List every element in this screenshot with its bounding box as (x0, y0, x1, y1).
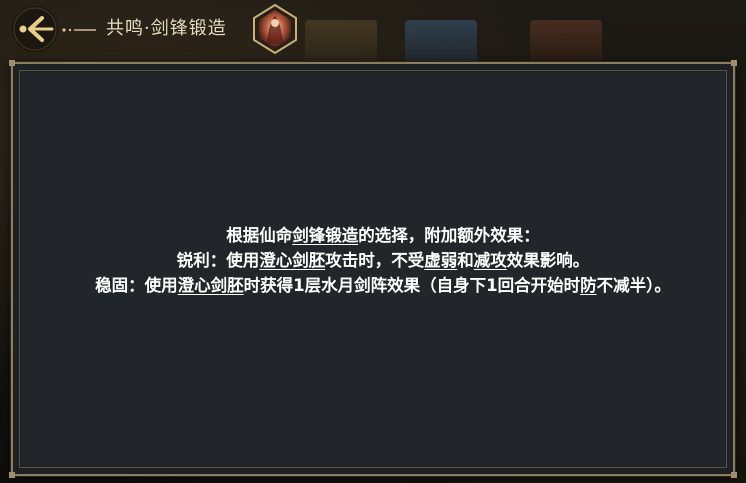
text-segment: 和 (457, 251, 474, 270)
keyword-sword-embryo[interactable]: 澄心剑胚 (259, 251, 325, 270)
effect-description: 根据仙命剑锋锻造的选择，附加额外效果： 锐利：使用澄心剑胚攻击时，不受虚弱和减攻… (71, 223, 695, 298)
keyword-attack-reduction[interactable]: 减攻 (474, 251, 507, 270)
back-arrow-icon (13, 7, 57, 51)
keyword-weakness[interactable]: 虚弱 (424, 251, 457, 270)
frame-corner (9, 60, 15, 66)
frame-corner (731, 472, 737, 478)
keyword-defense[interactable]: 防 (580, 276, 597, 295)
frame-corner (9, 472, 15, 478)
dialog-panel: 根据仙命剑锋锻造的选择，附加额外效果： 锐利：使用澄心剑胚攻击时，不受虚弱和减攻… (21, 72, 725, 466)
header-bar: 共鸣·剑锋锻造 (0, 0, 746, 58)
description-line-sharp: 锐利：使用澄心剑胚攻击时，不受虚弱和减攻效果影响。 (71, 248, 695, 273)
text-segment: 时获得1层水月剑阵效果（自身下1回合开始时 (243, 276, 581, 295)
text-segment: 根据仙命 (226, 226, 293, 245)
text-segment: 攻击时，不受 (325, 251, 425, 270)
text-segment: 不减半）。 (596, 276, 671, 295)
description-line-intro: 根据仙命剑锋锻造的选择，附加额外效果： (71, 223, 695, 248)
keyword-sword-forging[interactable]: 剑锋锻造 (292, 226, 358, 245)
text-segment: 的选择，附加额外效果： (358, 226, 540, 245)
frame-corner (731, 60, 737, 66)
text-segment: 锐利：使用 (176, 251, 260, 270)
description-line-stable: 稳固：使用澄心剑胚时获得1层水月剑阵效果（自身下1回合开始时防不减半）。 (71, 273, 695, 298)
text-segment: 稳固：使用 (95, 276, 178, 295)
header-divider (62, 28, 96, 32)
character-portrait-icon[interactable] (252, 4, 298, 54)
page-title: 共鸣·剑锋锻造 (106, 18, 227, 39)
keyword-sword-embryo[interactable]: 澄心剑胚 (178, 276, 244, 295)
description-dialog: 根据仙命剑锋锻造的选择，附加额外效果： 锐利：使用澄心剑胚攻击时，不受虚弱和减攻… (9, 60, 737, 478)
text-segment: 效果影响。 (506, 251, 590, 270)
back-button[interactable] (12, 6, 58, 52)
